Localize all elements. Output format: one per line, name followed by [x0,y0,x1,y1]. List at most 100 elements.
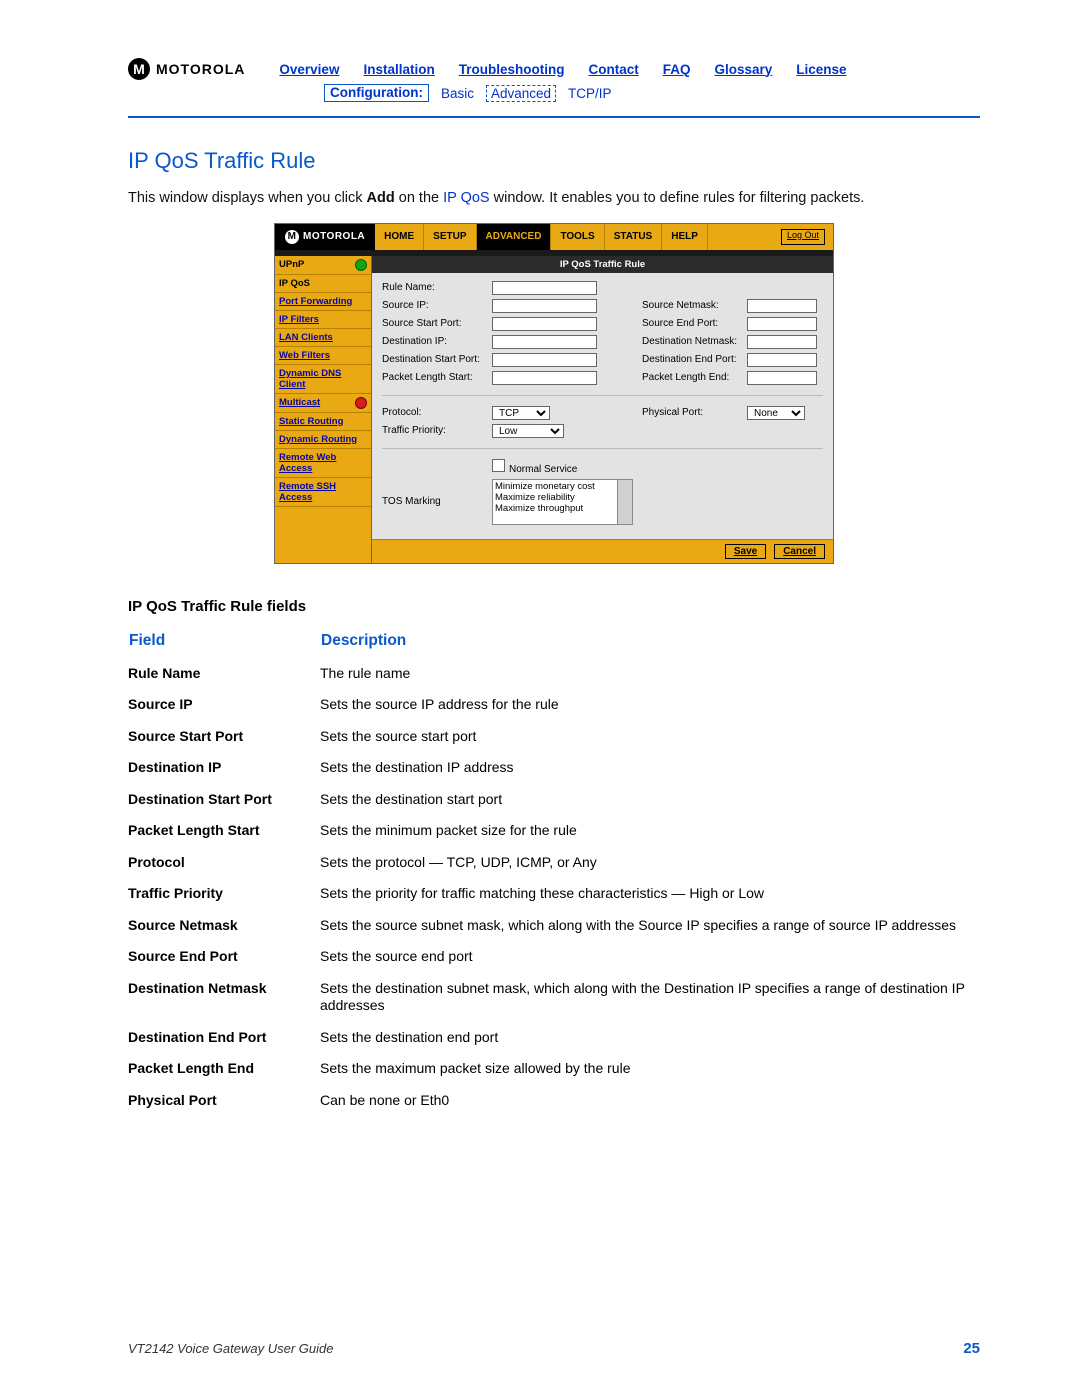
sidebar-item-remote-web[interactable]: Remote Web Access [275,449,371,478]
input-destination-start-port[interactable] [492,353,597,367]
field-name: Traffic Priority [128,878,320,910]
nav-installation[interactable]: Installation [363,62,434,77]
normal-service-row[interactable]: Normal Service [492,459,692,475]
nav-overview[interactable]: Overview [279,62,339,77]
table-row: Physical PortCan be none or Eth0 [128,1085,980,1117]
sidebar-item-ddns[interactable]: Dynamic DNS Client [275,365,371,394]
input-destination-netmask[interactable] [747,335,817,349]
label-destination-start-port: Destination Start Port: [382,354,492,365]
scroll-up-icon[interactable]: ▲ [618,481,630,493]
tos-option[interactable]: Maximize reliability [495,492,630,503]
tab-status[interactable]: STATUS [605,224,663,250]
field-name: Rule Name [128,658,320,690]
input-source-ip[interactable] [492,299,597,313]
page-footer: VT2142 Voice Gateway User Guide 25 [128,1340,980,1357]
nav-troubleshooting[interactable]: Troubleshooting [459,62,565,77]
field-name: Source End Port [128,941,320,973]
input-packet-length-start[interactable] [492,371,597,385]
input-packet-length-end[interactable] [747,371,817,385]
table-row: Packet Length StartSets the minimum pack… [128,815,980,847]
nav-faq[interactable]: FAQ [663,62,691,77]
shot-brand: M MOTOROLA [275,224,375,250]
select-protocol[interactable]: TCP [492,406,550,420]
table-row: Rule NameThe rule name [128,658,980,690]
sidebar-item-remote-ssh[interactable]: Remote SSH Access [275,478,371,507]
label-tos-marking: TOS Marking [382,496,492,507]
sidebar-item-port-forwarding[interactable]: Port Forwarding [275,293,371,311]
select-traffic-priority[interactable]: Low [492,424,564,438]
input-rule-name[interactable] [492,281,597,295]
table-row: Source End PortSets the source end port [128,941,980,973]
nav-license[interactable]: License [796,62,846,77]
select-physical-port[interactable]: None [747,406,805,420]
status-dot-icon [355,259,367,271]
field-description: Sets the priority for traffic matching t… [320,878,980,910]
sub-nav-basic[interactable]: Basic [441,86,474,101]
intro-paragraph: This window displays when you click Add … [128,189,980,207]
sidebar-item-multicast[interactable]: Multicast [275,394,371,413]
tos-option[interactable]: Minimize monetary cost [495,481,630,492]
save-button[interactable]: Save [725,544,766,559]
table-row: Source NetmaskSets the source subnet mas… [128,910,980,942]
brand-logo: M MOTOROLA [128,58,245,80]
tab-advanced[interactable]: ADVANCED [477,224,552,250]
label-destination-ip: Destination IP: [382,336,492,347]
scroll-down-icon[interactable]: ▼ [618,511,630,523]
label-packet-length-start: Packet Length Start: [382,372,492,383]
field-name: Destination Start Port [128,784,320,816]
footer-guide: VT2142 Voice Gateway User Guide [128,1341,333,1356]
intro-after: window. It enables you to define rules f… [490,190,865,206]
cancel-button[interactable]: Cancel [774,544,825,559]
sidebar-item-static-routing[interactable]: Static Routing [275,413,371,431]
sidebar-item-web-filters[interactable]: Web Filters [275,347,371,365]
sidebar-item-lan-clients[interactable]: LAN Clients [275,329,371,347]
label-normal-service: Normal Service [509,464,577,475]
field-description: Sets the source IP address for the rule [320,689,980,721]
field-name: Source Start Port [128,721,320,753]
shot-sidebar: UPnP IP QoS Port Forwarding IP Filters L… [275,256,372,563]
table-row: Source Start PortSets the source start p… [128,721,980,753]
tab-help[interactable]: HELP [662,224,708,250]
label-protocol: Protocol: [382,407,492,418]
field-description: Sets the source start port [320,721,980,753]
sidebar-item-ip-filters[interactable]: IP Filters [275,311,371,329]
tos-marking-listbox[interactable]: Minimize monetary cost Maximize reliabil… [492,479,633,525]
tab-home[interactable]: HOME [375,224,424,250]
field-name: Protocol [128,847,320,879]
input-source-end-port[interactable] [747,317,817,331]
field-name: Physical Port [128,1085,320,1117]
table-row: Destination End PortSets the destination… [128,1022,980,1054]
intro-link[interactable]: IP QoS [443,190,489,206]
footer-page-number: 25 [963,1340,980,1357]
input-destination-end-port[interactable] [747,353,817,367]
intro-mid: on the [395,190,443,206]
top-nav: Overview Installation Troubleshooting Co… [279,62,846,77]
input-source-netmask[interactable] [747,299,817,313]
nav-contact[interactable]: Contact [588,62,638,77]
input-destination-ip[interactable] [492,335,597,349]
field-name: Source IP [128,689,320,721]
label-packet-length-end: Packet Length End: [642,372,747,383]
checkbox-icon[interactable] [492,459,505,472]
fields-table: Field Description Rule NameThe rule name… [128,631,980,1117]
field-description: Sets the maximum packet size allowed by … [320,1053,980,1085]
field-description: Sets the destination start port [320,784,980,816]
sidebar-item-ipqos[interactable]: IP QoS [275,275,371,293]
label-destination-end-port: Destination End Port: [642,354,747,365]
tab-tools[interactable]: TOOLS [551,224,604,250]
col-description: Description [320,631,980,658]
panel-title: IP QoS Traffic Rule [372,256,833,273]
sidebar-item-upnp[interactable]: UPnP [275,256,371,275]
tos-option[interactable]: Maximize throughput [495,503,630,514]
nav-glossary[interactable]: Glossary [714,62,772,77]
sidebar-item-dynamic-routing[interactable]: Dynamic Routing [275,431,371,449]
input-source-start-port[interactable] [492,317,597,331]
sub-nav-tcpip[interactable]: TCP/IP [568,86,612,101]
tab-setup[interactable]: SETUP [424,224,476,250]
logout-button[interactable]: Log Out [781,229,825,245]
doc-header: M MOTOROLA Overview Installation Trouble… [128,58,980,102]
field-name: Packet Length End [128,1053,320,1085]
router-screenshot: M MOTOROLA HOME SETUP ADVANCED TOOLS STA… [274,223,834,564]
field-name: Packet Length Start [128,815,320,847]
sub-nav-advanced[interactable]: Advanced [486,85,556,102]
